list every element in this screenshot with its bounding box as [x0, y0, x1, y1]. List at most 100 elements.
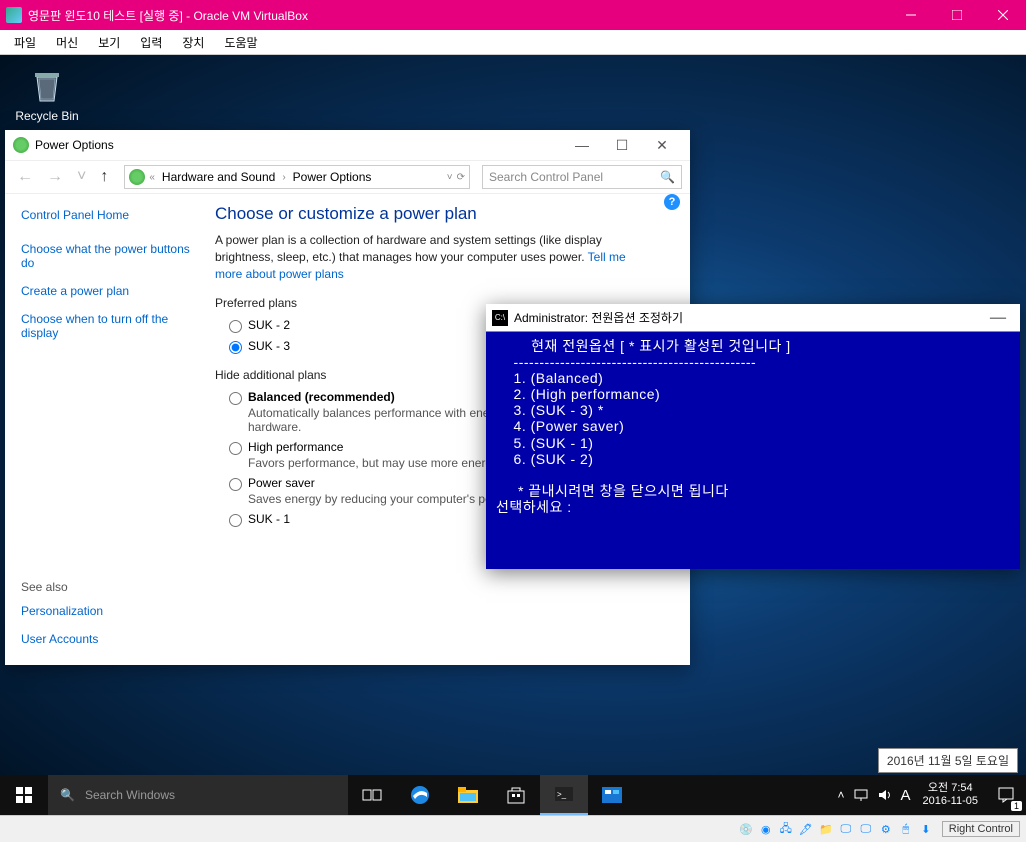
power-options-title: Power Options — [35, 138, 114, 152]
virtualbox-title: 영문판 윈도10 테스트 [실행 중] - Oracle VM VirtualB… — [28, 7, 888, 24]
vb-menu-help[interactable]: 도움말 — [214, 34, 267, 51]
sidebar-user-accounts[interactable]: User Accounts — [21, 632, 199, 646]
start-button[interactable] — [0, 775, 48, 815]
sidebar-buttons[interactable]: Choose what the power buttons do — [21, 242, 199, 270]
sidebar-create-plan[interactable]: Create a power plan — [21, 284, 199, 298]
vb-kb-icon[interactable]: ⬇ — [918, 821, 934, 837]
tray-network-icon[interactable] — [853, 788, 869, 802]
vb-display-icon[interactable]: 🖵 — [838, 821, 854, 837]
plan-highperf-label: High performance — [248, 440, 501, 454]
taskbar-clock[interactable]: 오전 7:54 2016-11-05 — [915, 782, 986, 808]
vb-menu-machine[interactable]: 머신 — [46, 34, 88, 51]
vb-net-icon[interactable]: 🖧 — [778, 821, 794, 837]
recycle-bin[interactable]: Recycle Bin — [12, 65, 82, 123]
vb-hdd-icon[interactable]: 💿 — [738, 821, 754, 837]
cmd-title: Administrator: 전원옵션 조정하기 — [514, 309, 683, 326]
win-minimize-button[interactable]: — — [562, 137, 602, 153]
recycle-bin-label: Recycle Bin — [12, 109, 82, 123]
sidebar-seealso-label: See also — [21, 580, 199, 594]
power-options-icon — [13, 137, 29, 153]
vb-rec-icon[interactable]: 🖵 — [858, 821, 874, 837]
search-icon: 🔍 — [60, 788, 75, 802]
cmd-window: C:\ Administrator: 전원옵션 조정하기 — 현재 전원옵션 [… — [486, 304, 1020, 569]
plan-highperf-sub: Favors performance, but may use more ene… — [248, 456, 501, 470]
virtualbox-statusbar: 💿 ◉ 🖧 🖋 📁 🖵 🖵 ⚙ 🖱 ⬇ Right Control — [0, 815, 1026, 842]
vb-menu-view[interactable]: 보기 — [88, 34, 130, 51]
tray-volume-icon[interactable] — [877, 788, 893, 802]
tray-chevron-icon[interactable]: ˄ — [838, 788, 845, 802]
power-options-titlebar[interactable]: Power Options — ☐ ✕ — [5, 130, 690, 160]
clock-date: 2016-11-05 — [923, 795, 978, 808]
cmd-minimize-button[interactable]: — — [982, 309, 1014, 327]
plan-suk1-label: SUK - 1 — [248, 512, 290, 526]
vb-usb-icon[interactable]: 🖋 — [798, 821, 814, 837]
cmd-body[interactable]: 현재 전원옵션 [ * 표시가 활성된 것입니다 ] -------------… — [486, 332, 1020, 521]
notif-badge: 1 — [1011, 801, 1022, 811]
control-panel-sidebar: Control Panel Home Choose what the power… — [5, 194, 215, 665]
edge-icon[interactable] — [396, 775, 444, 815]
plan-balanced-radio[interactable] — [229, 392, 242, 405]
plan-suk3-label: SUK - 3 — [248, 339, 290, 353]
vb-mouse-icon[interactable]: 🖱 — [898, 821, 914, 837]
page-heading: Choose or customize a power plan — [215, 204, 674, 224]
breadcrumb[interactable]: « Hardware and Sound › Power Options ˅ ⟳ — [124, 165, 470, 189]
search-input[interactable]: Search Control Panel 🔍 — [482, 165, 682, 189]
sidebar-personalization[interactable]: Personalization — [21, 604, 199, 618]
controlpanel-taskbar-icon[interactable] — [588, 775, 636, 815]
breadcrumb-seg-power[interactable]: Power Options — [290, 170, 375, 184]
explorer-icon[interactable] — [444, 775, 492, 815]
breadcrumb-dropdown[interactable]: ˅ — [447, 172, 453, 183]
svg-text:>_: >_ — [557, 790, 567, 799]
action-center-button[interactable]: 1 — [986, 775, 1026, 815]
store-icon[interactable] — [492, 775, 540, 815]
taskbar-search-placeholder: Search Windows — [85, 788, 175, 802]
clock-tooltip: 2016년 11월 5일 토요일 — [878, 748, 1018, 773]
virtualbox-icon — [6, 7, 22, 23]
taskview-button[interactable] — [348, 775, 396, 815]
vb-menu-file[interactable]: 파일 — [4, 34, 46, 51]
breadcrumb-seg-hardware[interactable]: Hardware and Sound — [159, 170, 278, 184]
nav-up-button[interactable]: ↑ — [96, 168, 112, 186]
win-close-button[interactable]: ✕ — [642, 137, 682, 154]
search-placeholder: Search Control Panel — [489, 170, 603, 184]
nav-recent-button[interactable]: ˅ — [73, 168, 90, 186]
plan-suk3-radio[interactable] — [229, 341, 242, 354]
vb-cd-icon[interactable]: ◉ — [758, 821, 774, 837]
vb-hostkey[interactable]: Right Control — [942, 821, 1020, 837]
plan-saver-radio[interactable] — [229, 478, 242, 491]
clock-time: 오전 7:54 — [923, 782, 978, 795]
win-maximize-button[interactable]: ☐ — [602, 137, 642, 154]
guest-desktop: Recycle Bin Power Options — ☐ ✕ ← → ˅ ↑ … — [0, 55, 1026, 815]
vb-maximize-button[interactable] — [934, 0, 980, 30]
explorer-toolbar: ← → ˅ ↑ « Hardware and Sound › Power Opt… — [5, 160, 690, 194]
nav-back-button[interactable]: ← — [13, 168, 37, 186]
virtualbox-menubar: 파일 머신 보기 입력 장치 도움말 — [0, 30, 1026, 55]
taskbar-search[interactable]: 🔍 Search Windows — [48, 775, 348, 815]
vb-proc-icon[interactable]: ⚙ — [878, 821, 894, 837]
breadcrumb-icon — [129, 169, 145, 185]
help-icon[interactable]: ? — [664, 194, 680, 210]
plan-highperf-radio[interactable] — [229, 442, 242, 455]
search-icon: 🔍 — [660, 170, 675, 184]
plan-suk1-radio[interactable] — [229, 514, 242, 527]
chevron-right-icon: › — [282, 172, 285, 183]
vb-close-button[interactable] — [980, 0, 1026, 30]
plan-suk2-label: SUK - 2 — [248, 318, 290, 332]
page-description: A power plan is a collection of hardware… — [215, 232, 655, 282]
recycle-bin-icon — [27, 65, 67, 105]
nav-forward-button[interactable]: → — [43, 168, 67, 186]
breadcrumb-refresh[interactable]: ⟳ — [457, 172, 465, 183]
cmd-taskbar-icon[interactable]: >_ — [540, 775, 588, 815]
cmd-icon: C:\ — [492, 310, 508, 326]
vb-minimize-button[interactable] — [888, 0, 934, 30]
chevron-left-icon: « — [149, 172, 155, 183]
vb-menu-devices[interactable]: 장치 — [172, 34, 214, 51]
plan-suk2-radio[interactable] — [229, 320, 242, 333]
virtualbox-titlebar: 영문판 윈도10 테스트 [실행 중] - Oracle VM VirtualB… — [0, 0, 1026, 30]
tray-ime[interactable]: A — [901, 787, 911, 804]
cmd-titlebar[interactable]: C:\ Administrator: 전원옵션 조정하기 — — [486, 304, 1020, 332]
vb-shared-icon[interactable]: 📁 — [818, 821, 834, 837]
sidebar-display-off[interactable]: Choose when to turn off the display — [21, 312, 199, 340]
sidebar-home[interactable]: Control Panel Home — [21, 208, 199, 222]
vb-menu-input[interactable]: 입력 — [130, 34, 172, 51]
